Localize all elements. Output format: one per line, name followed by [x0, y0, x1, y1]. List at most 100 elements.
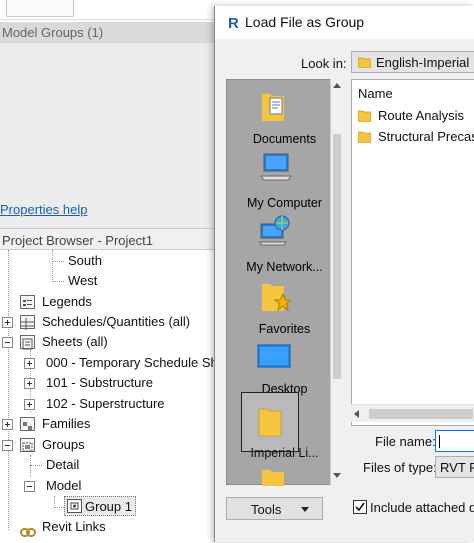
tree-item-groups[interactable]: Groups [0, 435, 214, 455]
tree-item-label: Revit Links [42, 519, 106, 534]
place-label: Favorites [258, 322, 311, 336]
scroll-left-arrow-icon[interactable] [354, 410, 359, 418]
top-strip [0, 0, 214, 20]
collapse-icon[interactable] [24, 481, 35, 492]
collapse-icon[interactable] [2, 337, 13, 348]
type-selector[interactable]: Model Groups (1) [0, 22, 214, 43]
dialog-titlebar[interactable]: R Load File as Group [215, 6, 474, 39]
tree-item-label: 102 - Superstructure [46, 396, 165, 411]
tree-item-west[interactable]: West [0, 271, 214, 291]
place-favorites[interactable]: Favorites [227, 278, 342, 338]
files-of-type-dropdown[interactable]: RVT Fi [435, 456, 474, 478]
properties-help-link[interactable]: Properties help [0, 202, 87, 217]
tree-item-label: Model [46, 478, 82, 493]
folder-icon [358, 110, 371, 122]
place-my-computer[interactable]: My Computer [227, 152, 342, 212]
tree-item-sheets[interactable]: Sheets (all) [0, 332, 214, 352]
scroll-down-arrow-icon[interactable] [333, 473, 341, 478]
tree-item-revit-links[interactable]: Revit Links [0, 517, 214, 537]
places-scrollbar[interactable] [330, 79, 342, 485]
file-name: Route Analysis [378, 108, 464, 123]
groups-icon [20, 438, 35, 452]
file-name-label: File name: [375, 434, 436, 449]
text-caret [439, 435, 440, 448]
collapse-icon[interactable] [2, 440, 13, 451]
places-bar: Documents My Computer My Network... Favo… [226, 79, 342, 486]
file-list[interactable]: Name Route Analysis Structural Precast [351, 79, 474, 426]
dropdown-arrow-icon [301, 507, 309, 512]
group-icon [67, 499, 82, 513]
tree-item-label: Sheets (all) [42, 334, 108, 349]
expand-icon[interactable] [24, 378, 35, 389]
tree-item-label: Schedules/Quantities (all) [42, 314, 191, 329]
look-in-dropdown[interactable]: English-Imperial [351, 51, 474, 73]
tools-button[interactable]: Tools [226, 497, 323, 520]
scroll-thumb[interactable] [333, 134, 341, 379]
tree-item-label: South [68, 253, 102, 268]
tree-item-group-1[interactable]: Group 1 [64, 496, 136, 516]
tools-label: Tools [251, 502, 282, 517]
tree-item-label: Legends [42, 294, 92, 309]
scroll-thumb[interactable] [369, 409, 473, 419]
tree-connector [54, 507, 64, 508]
files-of-type-value: RVT Fi [440, 460, 474, 475]
include-attached-label: Include attached det [370, 500, 474, 515]
network-icon [259, 215, 290, 246]
legends-icon [20, 295, 35, 309]
tree-item-label: Group 1 [85, 499, 132, 514]
folder-icon [357, 56, 372, 69]
load-file-dialog: R Load File as Group Look in: English-Im… [214, 6, 474, 542]
folder-icon [358, 131, 371, 143]
include-attached-checkbox[interactable] [353, 500, 367, 514]
scroll-up-arrow-icon[interactable] [333, 83, 341, 88]
tree-item-south[interactable]: South [0, 251, 214, 271]
checkmark-icon [355, 502, 365, 512]
place-label: My Computer [246, 196, 323, 210]
tree-item-schedules[interactable]: Schedules/Quantities (all) [0, 312, 214, 332]
column-header-name[interactable]: Name [358, 86, 393, 101]
families-icon [20, 417, 35, 431]
tree-item-sheet-102[interactable]: 102 - Superstructure [0, 394, 214, 414]
place-documents[interactable]: Documents [227, 88, 342, 148]
documents-icon [262, 94, 284, 121]
expand-icon[interactable] [2, 419, 13, 430]
desktop-icon [257, 344, 291, 368]
folder-icon [258, 408, 282, 437]
link-icon [20, 523, 36, 537]
tree-item-label: 101 - Substructure [46, 375, 153, 390]
tree-item-families[interactable]: Families [0, 414, 214, 434]
expand-icon[interactable] [24, 358, 35, 369]
file-row[interactable]: Route Analysis [358, 106, 474, 126]
expand-icon[interactable] [24, 399, 35, 410]
tree-item-sheet-000[interactable]: 000 - Temporary Schedule Sh [0, 353, 214, 373]
tree-item-label: Groups [42, 437, 85, 452]
file-name-input[interactable] [435, 430, 474, 452]
tree-item-detail[interactable]: Detail [0, 455, 214, 475]
favorites-icon [262, 284, 291, 312]
schedule-icon [20, 315, 35, 330]
project-browser-title: Project Browser - Project1 [0, 228, 214, 250]
place-imperial-library[interactable] [241, 392, 299, 452]
look-in-label: Look in: [301, 56, 347, 71]
file-list-hscrollbar[interactable] [351, 404, 474, 422]
place-my-network[interactable]: My Network... [227, 214, 342, 276]
tree-item-label: West [68, 273, 98, 288]
tree-item-label: Detail [46, 457, 80, 472]
svg-text:R: R [228, 15, 239, 30]
project-browser-tree[interactable]: South West Legends Schedules/Quantities … [0, 250, 214, 542]
type-selector-label: Model Groups (1) [2, 25, 104, 40]
tree-item-sheet-101[interactable]: 101 - Substructure [0, 373, 214, 393]
file-row[interactable]: Structural Precast [358, 127, 474, 147]
properties-panel [0, 43, 214, 228]
tree-item-label: Families [42, 416, 91, 431]
files-of-type-label: Files of type: [363, 460, 437, 475]
expand-icon[interactable] [2, 317, 13, 328]
place-label: Imperial Li... [250, 446, 319, 460]
computer-icon [260, 153, 292, 181]
file-name: Structural Precast [378, 129, 474, 144]
tree-item-model[interactable]: Model [0, 476, 214, 496]
revit-app-icon: R [227, 14, 241, 32]
place-label: My Network... [246, 260, 323, 274]
tree-item-label: 000 - Temporary Schedule Sh [46, 355, 214, 370]
tree-item-legends[interactable]: Legends [0, 292, 214, 312]
